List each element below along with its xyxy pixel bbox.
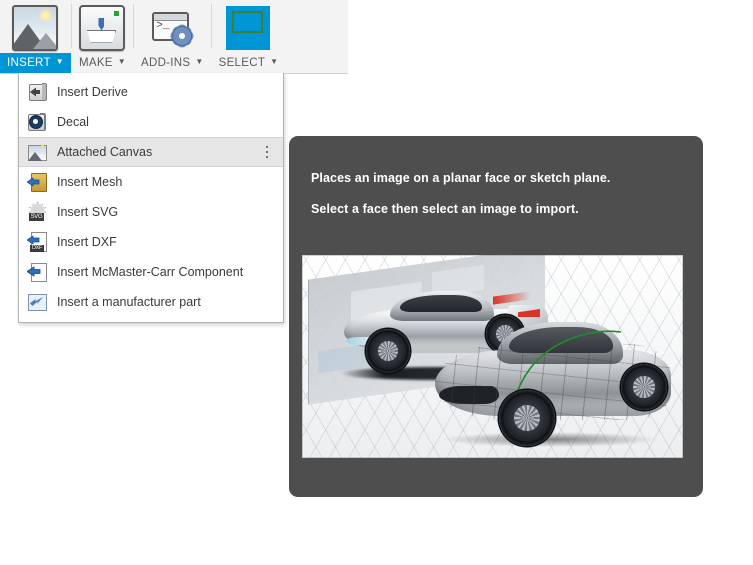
insert-dxf-icon: DXF [27, 232, 47, 252]
tooltip-preview-image [302, 255, 683, 458]
printer-tray-glyph [86, 29, 117, 43]
chevron-down-icon: ▼ [117, 57, 126, 66]
tooltip-panel: Places an image on a planar face or sket… [289, 136, 703, 497]
toolbar-label-select[interactable]: SELECT ▼ [212, 53, 286, 73]
terminal-prompt-text: >_ [156, 19, 170, 32]
toolbar-label-make-text: MAKE [78, 57, 113, 69]
decal-icon [27, 112, 47, 132]
app-root: INSERT ▼ MAKE ▼ >_ ADD-INS ▼ SELECT ▼ In… [0, 0, 753, 565]
chevron-down-icon: ▼ [195, 57, 204, 66]
toolbar-label-make[interactable]: MAKE ▼ [72, 53, 133, 73]
derive-icon [27, 82, 47, 102]
insert-svg-icon: SVG [27, 202, 47, 222]
chevron-down-icon: ▼ [55, 57, 64, 66]
menu-item-attached-canvas[interactable]: Attached Canvas [19, 137, 283, 167]
toolbar: INSERT ▼ MAKE ▼ >_ ADD-INS ▼ SELECT ▼ [0, 0, 348, 74]
overflow-menu-icon[interactable] [260, 145, 279, 159]
insert-icon-wrap [12, 0, 59, 53]
menu-item-insert-a-manufacturer-part[interactable]: Insert a manufacturer part [19, 287, 283, 317]
menu-item-label: Insert Mesh [57, 175, 123, 189]
manufacturer-part-icon [27, 292, 47, 312]
menu-item-insert-derive[interactable]: Insert Derive [19, 77, 283, 107]
tooltip-line-1: Places an image on a planar face or sket… [311, 171, 611, 185]
menu-item-decal[interactable]: Decal [19, 107, 283, 137]
chevron-down-icon: ▼ [270, 57, 279, 66]
select-cursor-icon [226, 5, 271, 50]
tooltip-line-2: Select a face then select an image to im… [311, 202, 579, 216]
menu-item-label: Decal [57, 115, 89, 129]
toolbar-label-addins-text: ADD-INS [141, 57, 191, 69]
menu-item-label: Attached Canvas [57, 145, 153, 159]
selection-rect-glyph [232, 10, 264, 33]
toolbar-item-addins[interactable]: >_ ADD-INS ▼ [134, 0, 211, 73]
status-led-glyph [114, 10, 120, 16]
terminal-gear-icon: >_ [151, 10, 193, 46]
toolbar-label-addins[interactable]: ADD-INS ▼ [134, 53, 211, 73]
mcmaster-carr-icon [27, 262, 47, 282]
dxf-tag-text: DXF [30, 245, 44, 252]
modelled-car-illustration [435, 314, 675, 447]
sun-glyph [42, 11, 50, 19]
menu-item-insert-mcmaster-carr-component[interactable]: Insert McMaster-Carr Component [19, 257, 283, 287]
3d-printer-icon [79, 4, 126, 51]
attached-canvas-icon [27, 142, 47, 162]
menu-item-label: Insert McMaster-Carr Component [57, 265, 244, 279]
gear-icon [172, 25, 193, 46]
toolbar-item-select[interactable]: SELECT ▼ [212, 0, 286, 73]
insert-dropdown-menu: Insert Derive Decal Attached Canvas Inse… [18, 73, 284, 323]
menu-item-label: Insert Derive [57, 85, 128, 99]
tooltip-text: Places an image on a planar face or sket… [289, 136, 703, 217]
select-icon-wrap [226, 0, 271, 53]
toolbar-item-insert[interactable]: INSERT ▼ [0, 0, 71, 73]
menu-item-insert-dxf[interactable]: DXF Insert DXF [19, 227, 283, 257]
toolbar-item-make[interactable]: MAKE ▼ [72, 0, 133, 73]
menu-item-label: Insert SVG [57, 205, 119, 219]
menu-item-insert-svg[interactable]: SVG Insert SVG [19, 197, 283, 227]
mountain-small-glyph [33, 32, 57, 49]
menu-item-label: Insert DXF [57, 235, 117, 249]
toolbar-label-select-text: SELECT [218, 57, 266, 69]
toolbar-label-insert[interactable]: INSERT ▼ [0, 53, 71, 73]
addins-icon-wrap: >_ [151, 0, 193, 53]
menu-item-insert-mesh[interactable]: Insert Mesh [19, 167, 283, 197]
make-icon-wrap [79, 0, 126, 53]
menu-item-label: Insert a manufacturer part [57, 295, 201, 309]
printer-nozzle-glyph [98, 17, 105, 31]
insert-mesh-icon [27, 172, 47, 192]
image-icon [12, 4, 59, 51]
toolbar-label-insert-text: INSERT [7, 57, 51, 69]
svg-tag-text: SVG [29, 213, 44, 221]
